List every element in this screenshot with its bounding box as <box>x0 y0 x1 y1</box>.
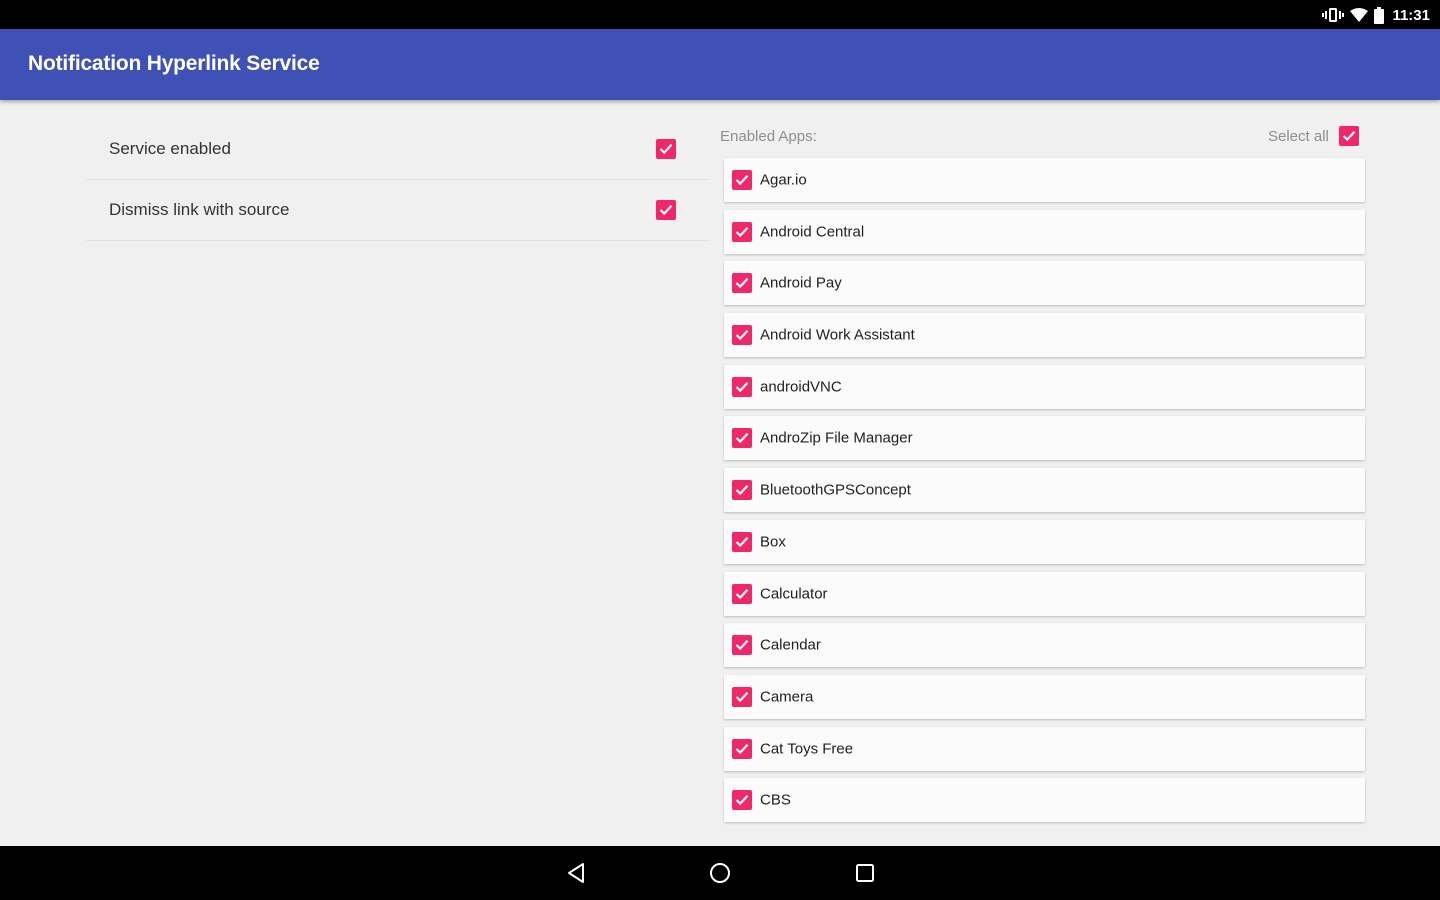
app-item[interactable]: androidVNC <box>724 364 1365 409</box>
check-icon <box>735 588 749 599</box>
back-icon[interactable] <box>564 861 588 885</box>
service-enabled-label: Service enabled <box>109 139 231 158</box>
app-item[interactable]: Calculator <box>724 571 1365 616</box>
app-item[interactable]: Android Work Assistant <box>724 313 1365 358</box>
app-name: Calendar <box>760 636 821 654</box>
app-name: Calculator <box>760 585 828 602</box>
app-checkbox[interactable] <box>732 428 752 449</box>
app-name: AndroZip File Manager <box>760 429 913 447</box>
vibrate-icon <box>1322 6 1345 24</box>
app-item[interactable]: Camera <box>724 674 1365 719</box>
select-all-checkbox[interactable] <box>1338 126 1359 146</box>
app-item[interactable]: BluetoothGPSConcept <box>724 468 1365 513</box>
app-item[interactable]: Box <box>724 519 1365 564</box>
app-name: Camera <box>760 688 814 706</box>
check-icon <box>659 144 673 155</box>
wifi-icon <box>1350 7 1369 23</box>
app-checkbox[interactable] <box>732 790 752 811</box>
app-name: Cat Toys Free <box>760 740 854 758</box>
dismiss-link-label: Dismiss link with source <box>109 200 290 219</box>
app-name: Android Pay <box>760 274 842 292</box>
app-checkbox[interactable] <box>732 635 752 656</box>
app-checkbox[interactable] <box>732 738 752 759</box>
app-bar: Notification Hyperlink Service <box>0 29 1440 100</box>
app-title: Notification Hyperlink Service <box>28 52 320 75</box>
app-name: Android Central <box>760 223 865 241</box>
service-enabled-checkbox[interactable] <box>656 139 676 159</box>
check-icon <box>735 795 749 806</box>
select-all-control[interactable]: Select all <box>1268 126 1359 146</box>
enabled-apps-label: Enabled Apps: <box>720 128 817 145</box>
app-checkbox[interactable] <box>732 221 752 242</box>
status-icons: 11:31 <box>1322 4 1430 26</box>
app-item[interactable]: Agar.io <box>724 158 1365 202</box>
app-checkbox[interactable] <box>732 583 752 604</box>
apps-list: Agar.io Android Central Android Pay Andr… <box>724 158 1365 830</box>
app-checkbox[interactable] <box>732 531 752 552</box>
recents-icon[interactable] <box>853 861 877 885</box>
app-checkbox[interactable] <box>732 325 752 346</box>
check-icon <box>1342 131 1356 142</box>
navigation-bar <box>0 846 1440 900</box>
app-item[interactable]: Calendar <box>724 623 1365 668</box>
app-checkbox[interactable] <box>732 480 752 501</box>
app-item[interactable]: CBS <box>724 778 1365 823</box>
app-checkbox[interactable] <box>732 686 752 707</box>
check-icon <box>735 743 749 754</box>
app-name: CBS <box>760 791 791 809</box>
app-name: Agar.io <box>760 171 807 189</box>
status-bar: 11:31 <box>0 0 1440 29</box>
check-icon <box>735 536 749 547</box>
app-item[interactable]: Cat Toys Free <box>724 726 1365 771</box>
check-icon <box>735 433 749 444</box>
app-name: BluetoothGPSConcept <box>760 481 911 499</box>
check-icon <box>735 691 749 703</box>
home-icon[interactable] <box>708 861 732 885</box>
app-name: Android Work Assistant <box>760 326 915 344</box>
battery-icon <box>1374 6 1385 24</box>
check-icon <box>659 205 673 216</box>
app-item[interactable]: Android Pay <box>724 261 1365 306</box>
select-all-label: Select all <box>1268 127 1329 145</box>
clock: 11:31 <box>1392 6 1430 24</box>
dismiss-link-checkbox[interactable] <box>656 200 676 220</box>
app-name: Box <box>760 533 786 551</box>
app-item[interactable]: Android Central <box>724 209 1365 254</box>
app-checkbox[interactable] <box>732 273 752 294</box>
dismiss-link-row[interactable]: Dismiss link with source <box>86 180 710 241</box>
check-icon <box>735 278 749 289</box>
check-icon <box>735 175 749 186</box>
app-checkbox[interactable] <box>732 376 752 397</box>
check-icon <box>735 485 749 496</box>
check-icon <box>735 330 749 341</box>
app-checkbox[interactable] <box>732 170 752 190</box>
check-icon <box>735 640 749 651</box>
check-icon <box>735 381 749 392</box>
app-name: androidVNC <box>760 378 842 396</box>
app-item[interactable]: AndroZip File Manager <box>724 416 1365 461</box>
service-enabled-row[interactable]: Service enabled <box>86 119 710 180</box>
check-icon <box>735 226 749 237</box>
